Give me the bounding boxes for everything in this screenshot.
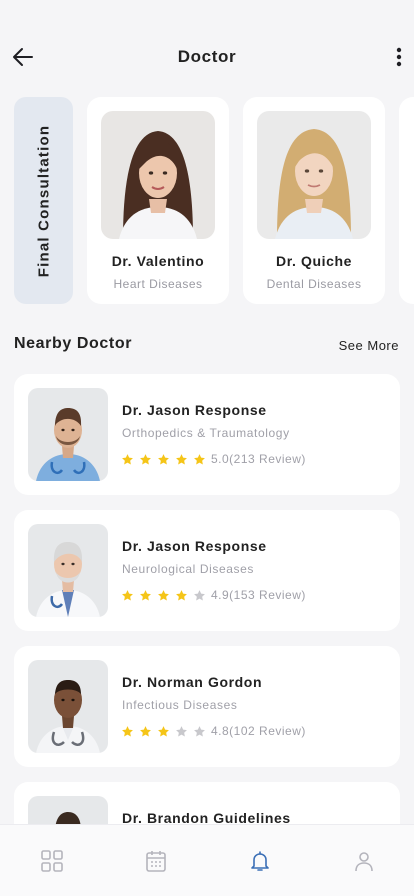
section-title: Nearby Doctor bbox=[14, 335, 133, 352]
star-icon bbox=[158, 725, 169, 736]
doctor-specialty: Infectious Diseases bbox=[122, 698, 238, 712]
more-vertical-icon bbox=[396, 47, 402, 67]
page-title: Doctor bbox=[177, 47, 237, 66]
featured-doctor-card[interactable]: Dr. Quiche Dental Diseases bbox=[243, 97, 385, 304]
final-consultation-tab[interactable]: Final Consultation bbox=[14, 97, 73, 304]
featured-doctor-card-partial[interactable] bbox=[399, 97, 414, 304]
star-icon bbox=[158, 453, 169, 464]
doctor-photo bbox=[257, 111, 371, 239]
more-options-button[interactable] bbox=[392, 44, 406, 70]
star-icon bbox=[194, 589, 205, 600]
star-icon bbox=[194, 453, 205, 464]
see-more-link[interactable]: See More bbox=[339, 338, 399, 353]
nav-calendar[interactable] bbox=[144, 849, 168, 873]
doctor-specialty: Heart Diseases bbox=[113, 277, 203, 291]
user-icon bbox=[355, 852, 373, 872]
doctor-name: Dr. Norman Gordon bbox=[122, 674, 263, 690]
featured-doctors-row[interactable]: Final Consultation Dr. Valentino Heart D… bbox=[0, 97, 414, 305]
nav-notifications[interactable] bbox=[248, 849, 272, 873]
doctor-name: Dr. Jason Response bbox=[122, 538, 267, 554]
bell-icon bbox=[251, 851, 269, 871]
grid-icon bbox=[41, 850, 63, 872]
star-icon bbox=[194, 725, 205, 736]
final-consultation-label: Final Consultation bbox=[35, 124, 52, 277]
doctor-name: Dr. Quiche bbox=[275, 253, 353, 269]
doctor-card[interactable]: Dr. Jason Response Neurological Diseases… bbox=[14, 510, 400, 631]
rating: 4.8(102 Review) bbox=[121, 724, 306, 738]
rating: 4.9(153 Review) bbox=[121, 588, 306, 602]
doctor-specialty: Dental Diseases bbox=[266, 277, 362, 291]
star-icon bbox=[122, 453, 133, 464]
doctor-specialty: Neurological Diseases bbox=[122, 562, 254, 576]
rating: 5.0(213 Review) bbox=[121, 452, 306, 466]
star-icon bbox=[176, 725, 187, 736]
star-icon bbox=[158, 589, 169, 600]
star-icon bbox=[176, 589, 187, 600]
doctor-card[interactable]: Dr. Jason Response Orthopedics & Traumat… bbox=[14, 374, 400, 495]
doctor-specialty: Orthopedics & Traumatology bbox=[122, 426, 290, 440]
doctor-name: Dr. Jason Response bbox=[122, 402, 267, 418]
doctor-name: Dr. Valentino bbox=[111, 253, 205, 269]
doctor-photo bbox=[28, 524, 108, 617]
star-icon bbox=[122, 589, 133, 600]
rating-text: 4.8(102 Review) bbox=[211, 724, 306, 738]
featured-doctor-card[interactable]: Dr. Valentino Heart Diseases bbox=[87, 97, 229, 304]
doctor-photo bbox=[28, 388, 108, 481]
star-icon bbox=[122, 725, 133, 736]
doctor-photo bbox=[28, 660, 108, 753]
star-icon bbox=[140, 725, 151, 736]
rating-text: 4.9(153 Review) bbox=[211, 588, 306, 602]
star-icon bbox=[140, 589, 151, 600]
star-icon bbox=[176, 453, 187, 464]
doctor-card[interactable]: Dr. Norman Gordon Infectious Diseases 4.… bbox=[14, 646, 400, 767]
calendar-icon bbox=[146, 851, 166, 872]
nav-home[interactable] bbox=[40, 849, 64, 873]
star-icon bbox=[140, 453, 151, 464]
doctor-photo bbox=[101, 111, 215, 239]
header: Doctor bbox=[0, 38, 414, 78]
rating-text: 5.0(213 Review) bbox=[211, 452, 306, 466]
bottom-navigation bbox=[0, 824, 414, 896]
nav-profile[interactable] bbox=[352, 849, 376, 873]
